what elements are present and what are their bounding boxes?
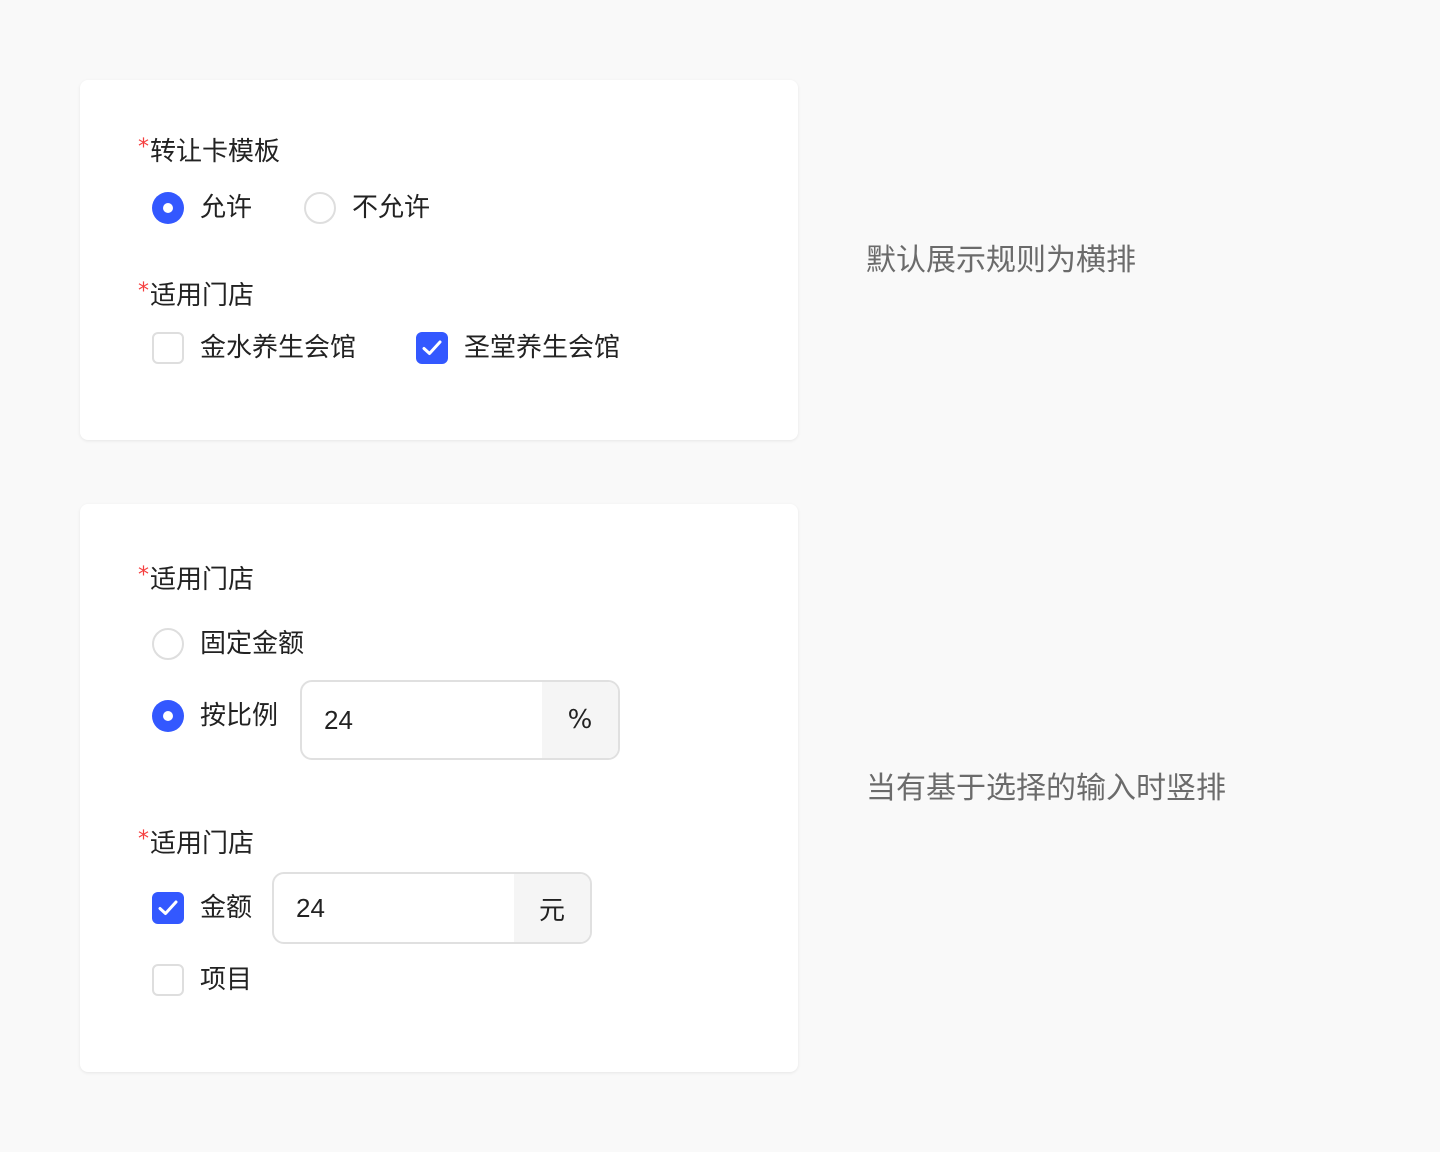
- yuan-suffix: 元: [514, 874, 590, 942]
- radio-allow-label[interactable]: 允许: [200, 192, 252, 224]
- checkmark-icon: [158, 900, 178, 915]
- radio-fixed-amount[interactable]: [152, 628, 184, 660]
- checkbox-jinshui-store-label[interactable]: 金水养生会馆: [200, 332, 356, 364]
- field-label-applicable-stores: *适用门店: [138, 827, 255, 859]
- required-asterisk: *: [138, 135, 149, 160]
- checkbox-project-label[interactable]: 项目: [200, 964, 252, 996]
- checkmark-icon: [422, 340, 442, 355]
- checkbox-jinshui-store[interactable]: [152, 332, 184, 364]
- note-horizontal-rule: 默认展示规则为横排: [866, 243, 1136, 278]
- horizontal-layout-card: *转让卡模板 允许 不允许 *适用门店 金水养生会馆 圣堂养生会馆: [80, 80, 798, 440]
- required-asterisk: *: [138, 279, 149, 304]
- radio-disallow-label[interactable]: 不允许: [352, 192, 430, 224]
- note-vertical-rule: 当有基于选择的输入时竖排: [866, 771, 1226, 806]
- field-label-transfer-template: *转让卡模板: [138, 135, 281, 167]
- checkbox-shengtang-store-label[interactable]: 圣堂养生会馆: [464, 332, 620, 364]
- ratio-input-group: %: [300, 680, 620, 760]
- amount-input[interactable]: [274, 874, 514, 942]
- vertical-layout-card: *适用门店 固定金额 按比例 % *适用门店 金额 元 项目: [80, 504, 798, 1072]
- checkbox-amount[interactable]: [152, 892, 184, 924]
- required-asterisk: *: [138, 827, 149, 852]
- percent-suffix: %: [542, 682, 618, 758]
- ratio-input[interactable]: [302, 682, 542, 758]
- checkbox-shengtang-store[interactable]: [416, 332, 448, 364]
- checkbox-amount-label[interactable]: 金额: [200, 892, 252, 924]
- radio-disallow[interactable]: [304, 192, 336, 224]
- radio-by-ratio[interactable]: [152, 700, 184, 732]
- radio-allow[interactable]: [152, 192, 184, 224]
- radio-fixed-amount-label[interactable]: 固定金额: [200, 628, 304, 660]
- required-asterisk: *: [138, 563, 149, 588]
- field-label-applicable-stores: *适用门店: [138, 563, 255, 595]
- checkbox-project[interactable]: [152, 964, 184, 996]
- field-label-applicable-stores: *适用门店: [138, 279, 255, 311]
- amount-input-group: 元: [272, 872, 592, 944]
- radio-by-ratio-label[interactable]: 按比例: [200, 700, 278, 732]
